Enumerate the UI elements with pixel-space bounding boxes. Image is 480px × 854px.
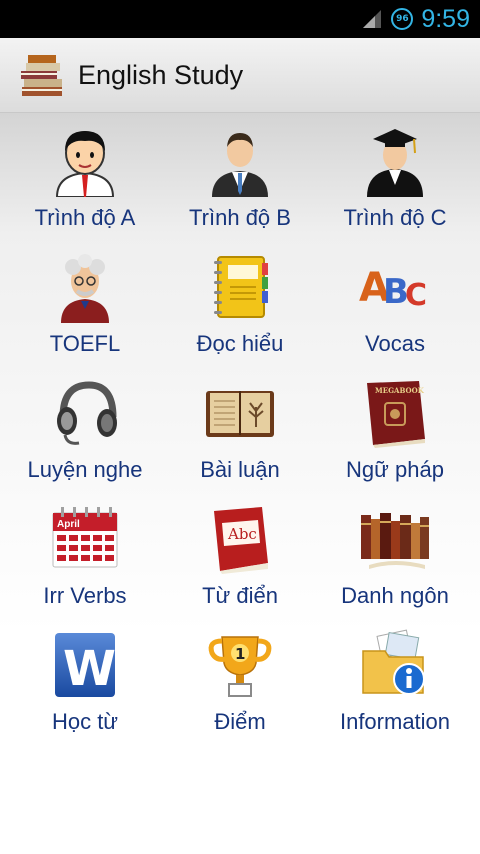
menu-item-label: Luyện nghe	[27, 457, 143, 482]
menu-item-label: TOEFL	[49, 331, 121, 356]
menu-item-label: Danh ngôn	[341, 583, 449, 608]
menu-item-luyen-nghe[interactable]: Luyện nghe	[5, 373, 165, 493]
calendar-month: April	[57, 519, 80, 530]
menu-item-label: Trình độ C	[343, 205, 447, 230]
menu-item-doc-hieu[interactable]: Đọc hiểu	[160, 247, 320, 367]
word-letter: W	[63, 641, 116, 697]
menu-item-toefl[interactable]: TOEFL	[5, 247, 165, 367]
menu-item-trinh-do-c[interactable]: Trình độ C	[315, 121, 475, 241]
status-indicators: 96 9:59	[361, 0, 470, 38]
dictionary-word: Abc	[227, 525, 257, 543]
menu-item-label: Vocas	[365, 331, 425, 356]
app-title: English Study	[78, 59, 244, 90]
menu-item-label: Bài luận	[200, 457, 280, 482]
student-boy-icon	[49, 125, 121, 197]
books-stack-icon[interactable]	[18, 49, 70, 101]
trophy-icon: 1	[204, 629, 276, 701]
dictionary-icon: Abc	[204, 503, 276, 575]
open-book-icon	[204, 377, 276, 449]
menu-item-label: Từ điển	[202, 583, 278, 608]
menu-item-danh-ngon[interactable]: Danh ngôn	[315, 499, 475, 619]
calendar-icon: April	[49, 503, 121, 575]
grammar-book-icon: MEGABOOK	[359, 377, 431, 449]
word-doc-icon: W	[49, 629, 121, 701]
menu-item-tu-dien[interactable]: Abc Từ điển	[160, 499, 320, 619]
signal-icon	[363, 10, 382, 28]
address-book-icon	[204, 251, 276, 323]
menu-item-bai-luan[interactable]: Bài luận	[160, 373, 320, 493]
abc-letters-icon: A B C	[359, 251, 431, 323]
menu-item-information[interactable]: Information	[315, 625, 475, 745]
info-folder-icon	[359, 629, 431, 701]
sync-badge: 96	[396, 14, 409, 24]
businessman-icon	[204, 125, 276, 197]
professor-icon	[49, 251, 121, 323]
menu-item-irr-verbs[interactable]: April Irr Verbs	[5, 499, 165, 619]
menu-item-hoc-tu[interactable]: W Học từ	[5, 625, 165, 745]
menu-item-trinh-do-b[interactable]: Trình độ B	[160, 121, 320, 241]
menu-item-vocas[interactable]: A B C Vocas	[315, 247, 475, 367]
menu-item-label: Ngữ pháp	[346, 457, 444, 482]
menu-item-label: Information	[339, 709, 451, 734]
menu-item-trinh-do-a[interactable]: Trình độ A	[5, 121, 165, 241]
menu-item-label: Học từ	[51, 709, 119, 734]
trophy-rank: 1	[235, 645, 245, 663]
menu-item-label: Trình độ A	[34, 205, 136, 230]
action-bar: English Study	[0, 38, 480, 113]
sync-icon: 96	[391, 8, 414, 30]
headphones-icon	[49, 377, 121, 449]
menu-item-label: Trình độ B	[189, 205, 291, 230]
bookshelf-icon	[359, 503, 431, 575]
graduate-icon	[359, 125, 431, 197]
clock: 9:59	[421, 4, 470, 33]
menu-item-label: Điểm	[214, 709, 266, 734]
menu-item-diem[interactable]: 1 Điểm	[160, 625, 320, 745]
menu-item-label: Đọc hiểu	[196, 331, 284, 356]
menu-content: Trình độ A Trình độ B Trình độ C TOEFL Đ…	[0, 113, 480, 854]
menu-item-ngu-phap[interactable]: MEGABOOK Ngữ pháp	[315, 373, 475, 493]
abc-letter-c: C	[405, 278, 427, 313]
status-bar: 96 9:59	[0, 0, 480, 38]
grammar-book-title: MEGABOOK	[375, 386, 425, 395]
menu-item-label: Irr Verbs	[43, 583, 127, 608]
